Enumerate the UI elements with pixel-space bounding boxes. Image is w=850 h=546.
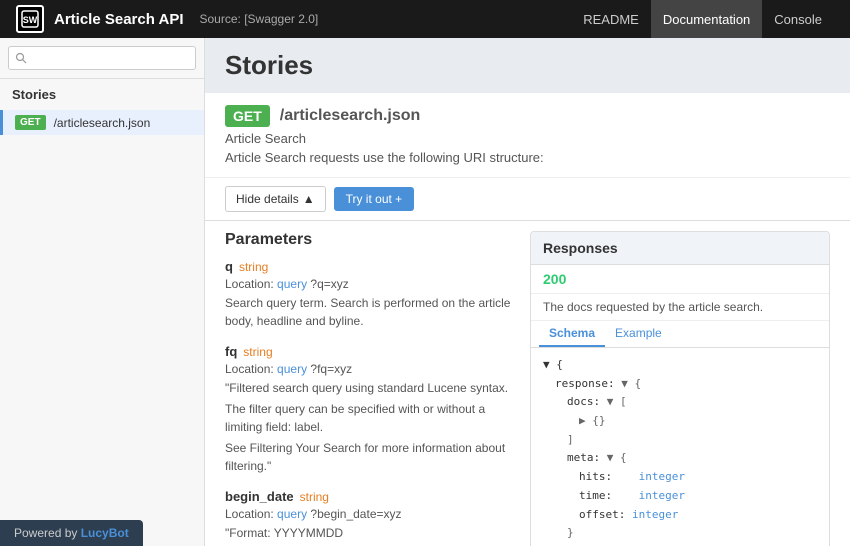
parameters-title: Parameters <box>225 231 514 249</box>
sidebar: Stories GET /articlesearch.json <box>0 38 205 546</box>
tab-example[interactable]: Example <box>605 321 672 347</box>
param-begin-date-location-link[interactable]: query <box>277 507 307 521</box>
tree-row-2: docs: ▼ [ <box>543 393 817 412</box>
header-nav: README Documentation Console <box>571 0 834 38</box>
param-fq: fq string Location: query ?fq=xyz "Filte… <box>225 344 514 475</box>
toolbar: Hide details ▲ Try it out + <box>205 178 850 221</box>
tree-row-1: response: ▼ { <box>543 375 817 394</box>
endpoint-path: /articlesearch.json <box>280 107 421 125</box>
param-fq-location: Location: query ?fq=xyz <box>225 362 514 376</box>
section-header: Stories <box>205 38 850 93</box>
tree-row-6: hits: integer <box>543 468 817 487</box>
sidebar-section-stories: Stories <box>0 79 204 110</box>
source-label: Source: [Swagger 2.0] <box>200 12 572 26</box>
param-fq-type: string <box>243 345 272 359</box>
content-panels: Parameters q string Location: query ?q=x… <box>205 231 850 546</box>
param-fq-header: fq string <box>225 344 514 359</box>
tree-row-5: meta: ▼ { <box>543 449 817 468</box>
param-begin-date-type: string <box>300 490 329 504</box>
tree-row-0: ▼ { <box>543 356 817 375</box>
footer: Powered by LucyBot <box>0 520 143 546</box>
sidebar-item-path: /articlesearch.json <box>54 116 151 130</box>
param-begin-date-header: begin_date string <box>225 489 514 504</box>
try-it-out-label: Try it out + <box>346 192 403 206</box>
section-title: Stories <box>225 50 830 81</box>
app-title: Article Search API <box>54 11 184 28</box>
endpoint-method: GET <box>225 105 270 127</box>
param-begin-date: begin_date string Location: query ?begin… <box>225 489 514 546</box>
endpoint-name: Article Search <box>225 131 830 146</box>
param-q-location: Location: query ?q=xyz <box>225 277 514 291</box>
tree-row-3: ▶ {} <box>543 412 817 431</box>
param-fq-name: fq <box>225 344 237 359</box>
endpoint-title-row: GET /articlesearch.json <box>225 105 830 127</box>
param-q: q string Location: query ?q=xyz Search q… <box>225 259 514 330</box>
param-fq-desc-2: See Filtering Your Search for more infor… <box>225 439 514 475</box>
param-q-desc: Search query term. Search is performed o… <box>225 294 514 330</box>
endpoint-description: Article Search requests use the followin… <box>225 150 830 165</box>
sidebar-item-articlesearch[interactable]: GET /articlesearch.json <box>0 110 204 135</box>
param-q-location-link[interactable]: query <box>277 277 307 291</box>
param-q-header: q string <box>225 259 514 274</box>
tree-row-4: ] <box>543 431 817 450</box>
nav-readme[interactable]: README <box>571 0 651 38</box>
responses-panel: Responses 200 The docs requested by the … <box>530 231 830 546</box>
content-area: Stories GET /articlesearch.json Article … <box>205 38 850 546</box>
param-begin-date-location-param: ?begin_date=xyz <box>310 507 401 521</box>
sidebar-search-container <box>0 38 204 79</box>
responses-box: Responses 200 The docs requested by the … <box>530 231 830 546</box>
param-begin-date-name: begin_date <box>225 489 294 504</box>
response-description: The docs requested by the article search… <box>531 294 829 321</box>
tree-row-8: offset: integer <box>543 506 817 525</box>
svg-text:SW: SW <box>23 15 38 25</box>
hide-details-icon: ▲ <box>303 192 315 206</box>
param-fq-desc-1: The filter query can be specified with o… <box>225 400 514 436</box>
nav-console[interactable]: Console <box>762 0 834 38</box>
endpoint-block: GET /articlesearch.json Article Search A… <box>205 93 850 178</box>
try-it-out-button[interactable]: Try it out + <box>334 187 415 211</box>
param-q-location-param: ?q=xyz <box>310 277 348 291</box>
nav-documentation[interactable]: Documentation <box>651 0 762 38</box>
param-fq-location-param: ?fq=xyz <box>310 362 352 376</box>
json-tree: ▼ { response: ▼ { docs: ▼ [ ▶ {} ] meta:… <box>531 348 829 546</box>
param-begin-date-desc-0: "Format: YYYYMMDD <box>225 524 514 542</box>
hide-details-label: Hide details <box>236 192 299 206</box>
tab-schema[interactable]: Schema <box>539 321 605 347</box>
hide-details-button[interactable]: Hide details ▲ <box>225 186 326 212</box>
header: SW Article Search API Source: [Swagger 2… <box>0 0 850 38</box>
sidebar-method-badge: GET <box>15 115 46 130</box>
responses-title: Responses <box>531 232 829 265</box>
schema-tabs: Schema Example <box>531 321 829 348</box>
main-layout: Stories GET /articlesearch.json Stories … <box>0 38 850 546</box>
response-code: 200 <box>531 265 829 294</box>
powered-by-label: Powered by <box>14 526 77 540</box>
param-fq-location-link[interactable]: query <box>277 362 307 376</box>
param-q-type: string <box>239 260 268 274</box>
brand-label: LucyBot <box>81 526 129 540</box>
param-fq-desc-0: "Filtered search query using standard Lu… <box>225 379 514 397</box>
param-begin-date-location: Location: query ?begin_date=xyz <box>225 507 514 521</box>
logo: SW <box>16 5 44 33</box>
tree-row-7: time: integer <box>543 487 817 506</box>
param-q-name: q <box>225 259 233 274</box>
parameters-panel: Parameters q string Location: query ?q=x… <box>225 231 514 546</box>
search-input[interactable] <box>8 46 196 70</box>
tree-row-9: } <box>543 524 817 543</box>
